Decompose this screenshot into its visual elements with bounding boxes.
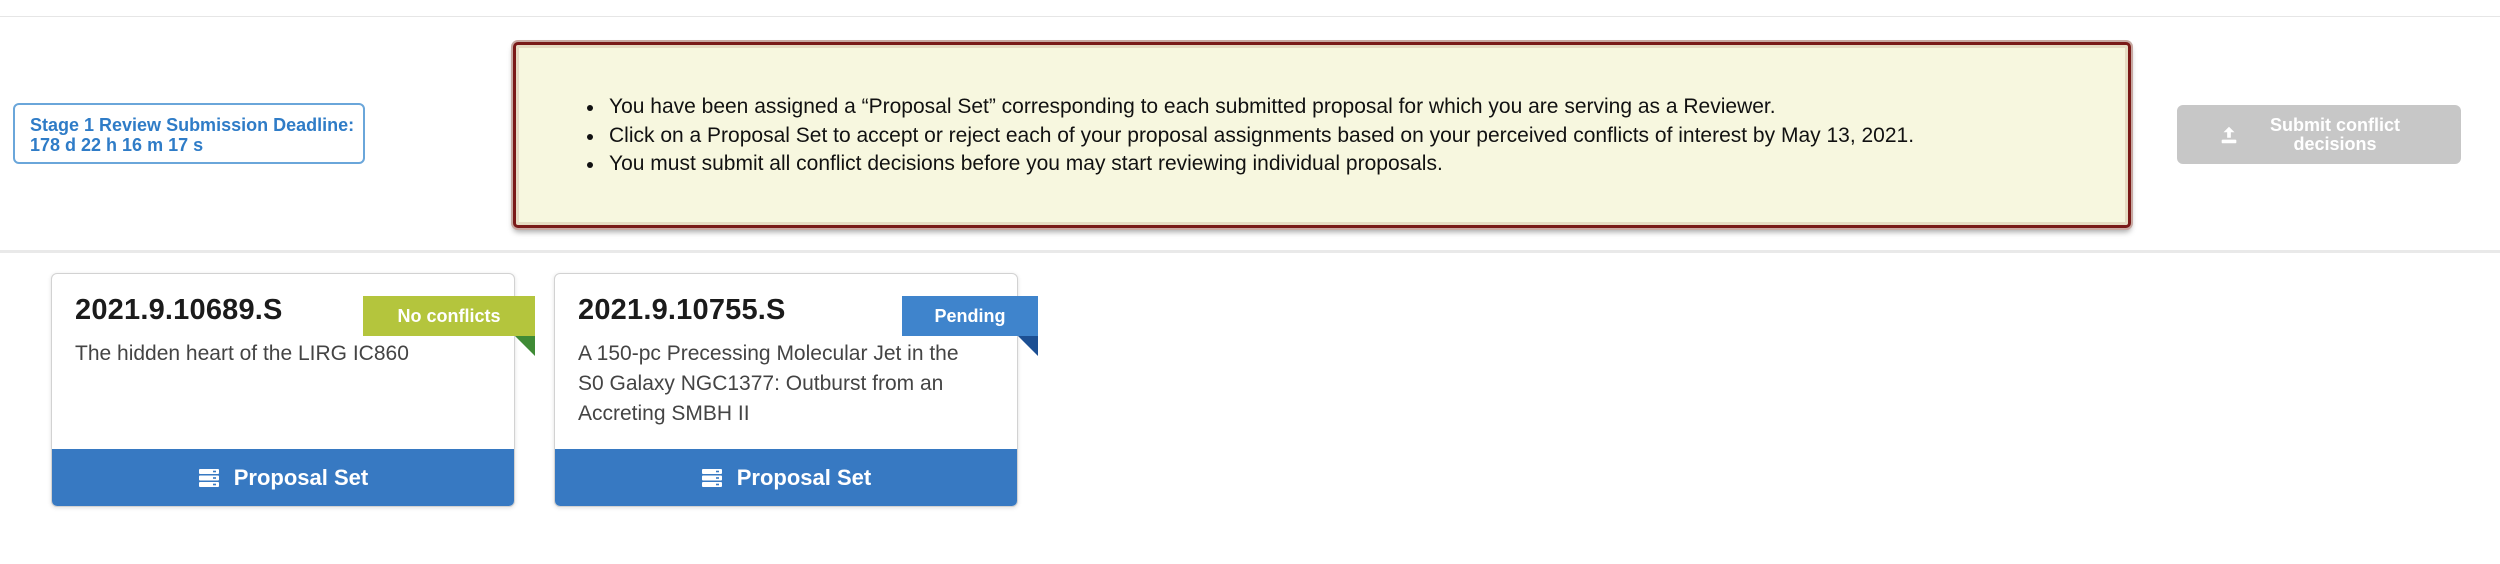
status-badge: Pending [902, 296, 1038, 356]
instruction-item: You must submit all conflict decisions b… [586, 150, 1914, 179]
submit-button-label: Submit conflict decisions [2270, 114, 2400, 154]
status-badge-label: No conflicts [397, 305, 501, 326]
proposal-id: 2021.9.10689.S [75, 294, 283, 326]
proposal-set-button[interactable]: Proposal Set [555, 449, 1017, 506]
upload-icon [2221, 126, 2237, 143]
proposal-set-button[interactable]: Proposal Set [52, 449, 514, 506]
instruction-item: Click on a Proposal Set to accept or rej… [586, 122, 1914, 151]
status-badge: No conflicts [363, 296, 535, 356]
deadline-countdown: 178 d 22 h 16 m 17 s [30, 135, 204, 155]
section-divider [0, 250, 2500, 253]
proposal-card[interactable]: 2021.9.10755.S A 150-pc Precessing Molec… [554, 273, 1038, 507]
deadline-label: Stage 1 Review Submission Deadline: [30, 115, 355, 135]
proposal-title: The hidden heart of the LIRG IC860 [75, 342, 409, 365]
proposal-id: 2021.9.10755.S [578, 294, 786, 326]
proposal-set-label: Proposal Set [233, 464, 369, 490]
deadline-box: Stage 1 Review Submission Deadline: 178 … [13, 103, 365, 164]
instructions-notice: You have been assigned a “Proposal Set” … [513, 42, 2131, 228]
proposal-card[interactable]: 2021.9.10689.S The hidden heart of the L… [51, 273, 535, 507]
instruction-item: You have been assigned a “Proposal Set” … [586, 93, 1914, 122]
server-stack-icon [198, 468, 219, 487]
proposal-title: A 150-pc Precessing Molecular Jet in the… [578, 342, 959, 425]
instructions-list: You have been assigned a “Proposal Set” … [586, 93, 1914, 179]
top-divider [0, 16, 2500, 17]
server-stack-icon [701, 468, 722, 487]
submit-conflict-decisions-button[interactable]: Submit conflict decisions [2177, 105, 2461, 164]
status-badge-label: Pending [934, 305, 1006, 326]
proposal-set-label: Proposal Set [736, 464, 872, 490]
